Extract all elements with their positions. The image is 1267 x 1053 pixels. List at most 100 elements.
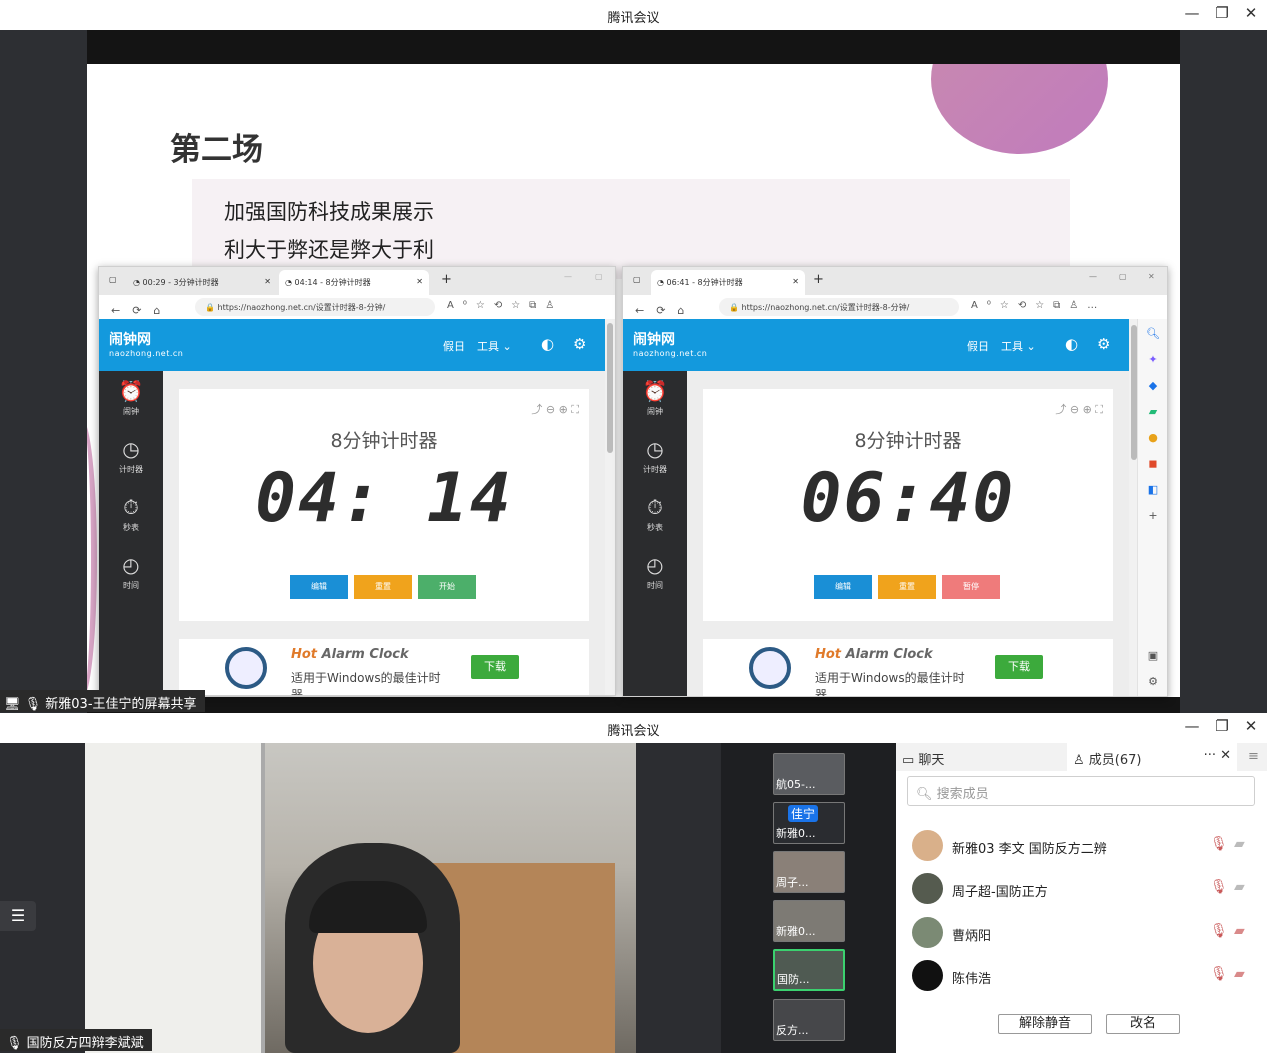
restore-button[interactable]: ❐ <box>1211 717 1233 735</box>
nav-holiday[interactable]: 假日 <box>443 338 465 354</box>
toolbar-icons[interactable]: A⁰☆⟲☆⧉♙… <box>971 300 1106 311</box>
unmute-all-button[interactable]: 解除静音 <box>998 1014 1092 1034</box>
slide-line-2: 利大于弊还是弊大于利 <box>224 238 434 262</box>
site-logo[interactable]: 闹钟网 naozhong.net.cn <box>109 329 183 358</box>
camera-off-icon[interactable]: ▰ <box>1234 923 1245 939</box>
more-close-icon[interactable]: ··· ✕ <box>1204 748 1231 763</box>
nav-holiday[interactable]: 假日 <box>967 338 989 354</box>
download-button[interactable]: 下载 <box>995 655 1043 679</box>
gallery-tile[interactable]: 新雅0... <box>773 900 845 942</box>
outlook-icon[interactable]: ◧ <box>1138 483 1167 496</box>
rename-button[interactable]: 改名 <box>1106 1014 1180 1034</box>
copilot-icon[interactable]: ✦ <box>1138 353 1167 366</box>
camera-icon[interactable]: ▰ <box>1234 836 1245 852</box>
maximize-icon[interactable]: ▢ <box>595 272 603 281</box>
gallery-tile[interactable]: 佳宁 新雅0... <box>773 802 845 844</box>
gear-icon[interactable]: ⚙ <box>573 335 586 353</box>
tab-actions-icon[interactable]: ▢ <box>109 275 117 284</box>
nav-tools[interactable]: 工具 ⌄ <box>477 338 512 354</box>
mic-muted-icon[interactable]: 🎙︎ <box>1210 836 1228 852</box>
toolbar-icons[interactable]: A⁰☆⟲☆⧉♙ <box>447 300 563 311</box>
nav-buttons[interactable]: ←⟳⌂ <box>111 304 172 317</box>
sidebar-item-time[interactable]: ◴ 时间 <box>623 553 687 591</box>
mic-muted-icon[interactable]: 🎙︎ <box>1210 879 1228 895</box>
camera-off-icon[interactable]: ▰ <box>1234 966 1245 982</box>
gallery-tile[interactable]: 反方... <box>773 999 845 1041</box>
panel-icon[interactable]: ▣ <box>1138 649 1167 662</box>
bottom-title-bar: 腾讯会议 — ❐ ✕ <box>0 713 1267 743</box>
contrast-icon[interactable]: ◐ <box>1065 335 1078 353</box>
add-icon[interactable]: + <box>1138 509 1167 522</box>
reset-button[interactable]: 重置 <box>878 575 936 599</box>
tab-8min-timer[interactable]: ◔ 04:14 - 8分钟计时器 ✕ <box>279 270 429 295</box>
member-row[interactable]: 周子超-国防正方 🎙︎ ▰ <box>912 873 1252 907</box>
contrast-icon[interactable]: ◐ <box>541 335 554 353</box>
card-tool-icons[interactable]: ⤴ ⊖ ⊕ ⛶ <box>1055 401 1103 417</box>
settings-icon[interactable]: ⚙ <box>1138 675 1167 688</box>
mic-muted-icon[interactable]: 🎙︎ <box>1210 923 1228 939</box>
office-icon[interactable]: ◼ <box>1138 457 1167 470</box>
tag-icon[interactable]: ◆ <box>1138 379 1167 392</box>
url-field[interactable]: 🔒 https://naozhong.net.cn/设置计时器-8-分钟/ <box>195 298 435 316</box>
card-tool-icons[interactable]: ⤴ ⊖ ⊕ ⛶ <box>531 401 579 417</box>
menu-icon[interactable]: ≡ <box>1242 743 1265 771</box>
sidebar-item-alarm[interactable]: ⏰ 闹钟 <box>99 379 163 417</box>
scrollbar-thumb[interactable] <box>607 323 613 453</box>
tab-3min-timer[interactable]: ◔ 00:29 - 3分钟计时器 ✕ <box>127 270 277 295</box>
close-tab-icon[interactable]: ✕ <box>416 277 423 286</box>
sidebar-item-alarm[interactable]: ⏰ 闹钟 <box>623 379 687 417</box>
gallery-tile[interactable]: 航05-... <box>773 753 845 795</box>
minimize-button[interactable]: — <box>1181 717 1203 735</box>
gallery-tile[interactable]: 国防... <box>773 949 845 991</box>
member-row[interactable]: 曹炳阳 🎙︎ ▰ <box>912 917 1252 951</box>
member-row[interactable]: 新雅03 李文 国防反方二辨 🎙︎ ▰ <box>912 830 1252 864</box>
scrollbar[interactable] <box>605 319 615 695</box>
list-menu-icon[interactable]: ☰ <box>0 901 36 931</box>
toolbox-icon[interactable]: ▰ <box>1138 405 1167 418</box>
minimize-icon[interactable]: — <box>564 272 572 281</box>
url-field[interactable]: 🔒 https://naozhong.net.cn/设置计时器-8-分钟/ <box>719 298 959 316</box>
nav-tools[interactable]: 工具 ⌄ <box>1001 338 1036 354</box>
sidebar-item-time[interactable]: ◴ 时间 <box>99 553 163 591</box>
people-icon[interactable]: ● <box>1138 431 1167 444</box>
close-button[interactable]: ✕ <box>1240 717 1262 735</box>
tab-members[interactable]: ♙ 成员(67) ··· ✕ <box>1067 743 1237 771</box>
search-members-input[interactable]: 🔍︎ 搜索成员 <box>907 776 1255 806</box>
tab-chat[interactable]: ▭ 聊天 <box>896 743 1066 771</box>
sidebar-item-timer[interactable]: ◷ 计时器 <box>99 437 163 475</box>
close-button[interactable]: ✕ <box>1240 4 1262 22</box>
avatar <box>912 917 943 948</box>
new-tab-icon[interactable]: + <box>813 272 824 287</box>
reset-button[interactable]: 重置 <box>354 575 412 599</box>
nav-buttons[interactable]: ←⟳⌂ <box>635 304 696 317</box>
pause-button[interactable]: 暂停 <box>942 575 1000 599</box>
sidebar-item-stopwatch[interactable]: ⏱ 秒表 <box>99 495 163 533</box>
mic-muted-icon[interactable]: 🎙︎ <box>1210 966 1228 982</box>
start-button[interactable]: 开始 <box>418 575 476 599</box>
gallery-tile[interactable]: 周子... <box>773 851 845 893</box>
camera-icon[interactable]: ▰ <box>1234 879 1245 895</box>
minimize-icon[interactable]: — <box>1089 272 1097 281</box>
minimize-button[interactable]: — <box>1181 4 1203 22</box>
member-row[interactable]: 陈伟浩 🎙︎ ▰ <box>912 960 1252 994</box>
sidebar-item-timer[interactable]: ◷ 计时器 <box>623 437 687 475</box>
download-button[interactable]: 下载 <box>471 655 519 679</box>
maximize-icon[interactable]: ▢ <box>1119 272 1127 281</box>
new-tab-icon[interactable]: + <box>441 272 452 287</box>
site-logo[interactable]: 闹钟网 naozhong.net.cn <box>633 329 707 358</box>
restore-button[interactable]: ❐ <box>1211 4 1233 22</box>
tab-8min-timer[interactable]: ◔ 06:41 - 8分钟计时器 ✕ <box>651 270 805 295</box>
sidebar-item-stopwatch[interactable]: ⏱ 秒表 <box>623 495 687 533</box>
edit-button[interactable]: 编辑 <box>814 575 872 599</box>
close-tab-icon[interactable]: ✕ <box>264 277 271 286</box>
close-icon[interactable]: ✕ <box>1148 272 1155 281</box>
logo-domain: naozhong.net.cn <box>109 349 184 358</box>
search-icon[interactable]: 🔍︎ <box>1138 327 1167 340</box>
tile-label: 反方... <box>776 1024 809 1037</box>
gear-icon[interactable]: ⚙ <box>1097 335 1110 353</box>
ad-banner[interactable]: Hot Alarm Clock 适用于Windows的最佳计时器 下载 <box>179 639 589 695</box>
tab-actions-icon[interactable]: ▢ <box>633 275 641 284</box>
close-tab-icon[interactable]: ✕ <box>792 277 799 286</box>
edit-button[interactable]: 编辑 <box>290 575 348 599</box>
ad-banner[interactable]: Hot Alarm Clock 适用于Windows的最佳计时器 下载 <box>703 639 1113 696</box>
